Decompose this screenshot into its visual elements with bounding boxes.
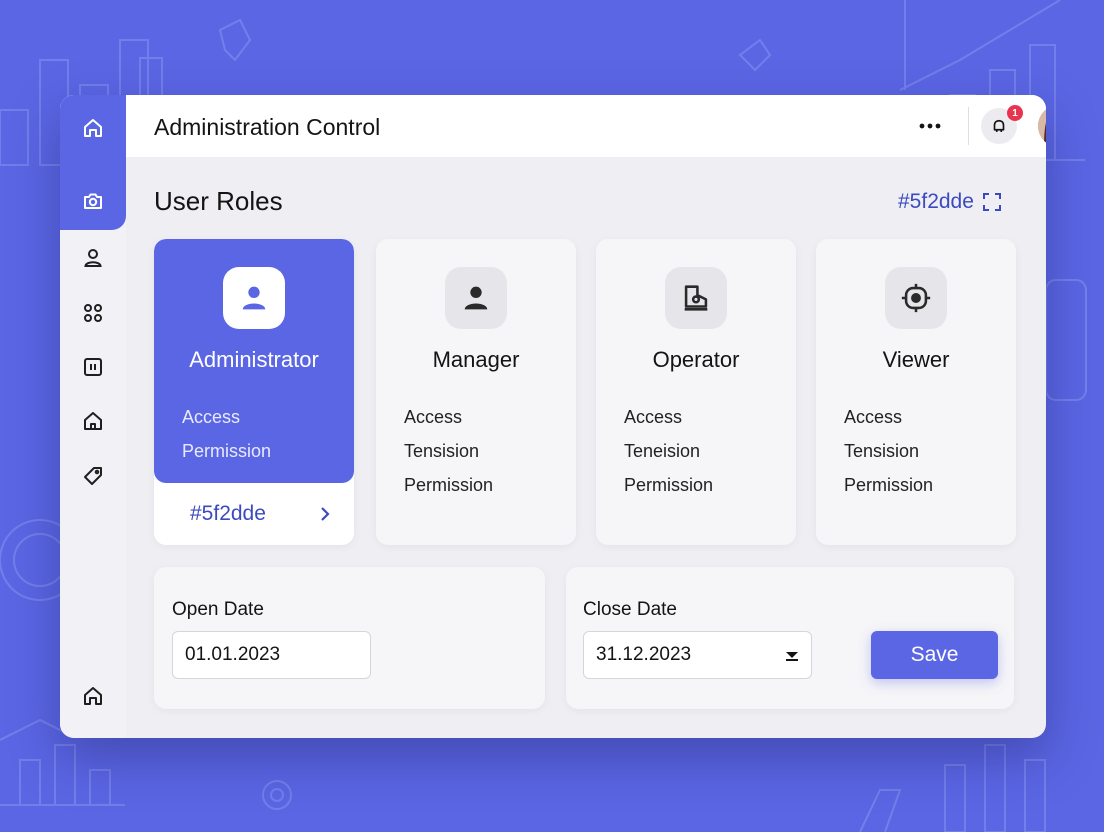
sidebar-bottom-home-button[interactable] <box>77 680 109 712</box>
sidebar-pause-button[interactable] <box>77 351 109 383</box>
app-window: Administration Control 1 User Roles #5f2… <box>60 95 1046 738</box>
role-footer-code: #5f2dde <box>190 502 266 525</box>
header: Administration Control 1 <box>126 95 1046 157</box>
notification-badge: 1 <box>1007 105 1023 121</box>
close-date-label: Close Date <box>583 599 677 620</box>
role-footer[interactable]: #5f2dde <box>154 483 354 545</box>
open-date-label: Open Date <box>172 599 264 620</box>
sidebar <box>60 95 126 738</box>
color-code-text: #5f2dde <box>898 190 974 213</box>
role-permission: Access <box>844 407 903 427</box>
sidebar-secure-home-button[interactable] <box>77 405 109 437</box>
color-code-link[interactable]: #5f2dde <box>898 190 1002 214</box>
role-name: Administrator <box>189 347 319 372</box>
home-icon <box>84 687 102 705</box>
section-title: User Roles <box>154 186 283 216</box>
device-icon <box>684 285 708 311</box>
more-icon <box>919 123 941 129</box>
avatar-image <box>1038 105 1046 147</box>
more-options-button[interactable] <box>916 113 944 139</box>
role-permission: Tensision <box>404 441 480 461</box>
role-name: Operator <box>652 347 740 372</box>
chevron-right-icon <box>321 507 330 521</box>
role-icon-container <box>223 267 285 329</box>
role-name: Manager <box>432 347 520 372</box>
role-icon-container <box>665 267 727 329</box>
dropdown-icon <box>786 652 798 661</box>
role-permission: Access <box>404 407 463 427</box>
role-permission: Tensision <box>844 441 920 461</box>
role-icon-container <box>885 267 947 329</box>
target-icon <box>901 283 931 313</box>
apps-icon <box>84 304 102 322</box>
home-icon <box>84 119 102 137</box>
avatar[interactable] <box>1038 105 1046 147</box>
tag-icon <box>84 467 102 485</box>
app-title: Administration Control <box>154 114 381 140</box>
open-date-panel: Open Date 01.01.2023 <box>154 567 545 709</box>
role-permission: Access <box>624 407 683 427</box>
role-card-administrator[interactable]: Administrator Access Permission #5f2dde <box>154 239 354 545</box>
sidebar-home-button[interactable] <box>77 112 109 144</box>
open-date-input[interactable]: 01.01.2023 <box>172 631 371 679</box>
sidebar-camera-button[interactable] <box>77 185 109 217</box>
sidebar-users-button[interactable] <box>77 242 109 274</box>
role-icon-container <box>445 267 507 329</box>
camera-icon <box>84 193 102 209</box>
role-card-operator[interactable]: Operator Access Teneision Permission <box>596 239 796 545</box>
pause-icon <box>84 358 102 376</box>
sidebar-tag-button[interactable] <box>77 460 109 492</box>
close-date-value: 31.12.2023 <box>596 644 692 665</box>
save-button[interactable]: Save <box>871 631 998 679</box>
role-permission: Permission <box>182 441 272 461</box>
role-permission: Permission <box>844 475 934 495</box>
user-icon <box>464 286 488 310</box>
role-card-viewer[interactable]: Viewer Access Tensision Permission <box>816 239 1016 545</box>
role-permission: Access <box>182 407 241 427</box>
close-date-select[interactable]: 31.12.2023 <box>583 631 812 679</box>
role-permission: Teneision <box>624 441 701 461</box>
user-icon <box>242 286 266 310</box>
notification-button[interactable]: 1 <box>981 105 1023 144</box>
role-permission: Permission <box>404 475 494 495</box>
header-divider <box>968 107 969 145</box>
expand-icon <box>982 193 1001 211</box>
role-name: Viewer <box>882 347 950 372</box>
role-permission: Permission <box>624 475 714 495</box>
sidebar-apps-button[interactable] <box>77 297 109 329</box>
open-date-value: 01.01.2023 <box>185 644 281 665</box>
lock-home-icon <box>84 412 102 430</box>
notification-icon <box>993 119 1005 132</box>
user-icon <box>84 249 102 267</box>
role-card-manager[interactable]: Manager Access Tensision Permission <box>376 239 576 545</box>
